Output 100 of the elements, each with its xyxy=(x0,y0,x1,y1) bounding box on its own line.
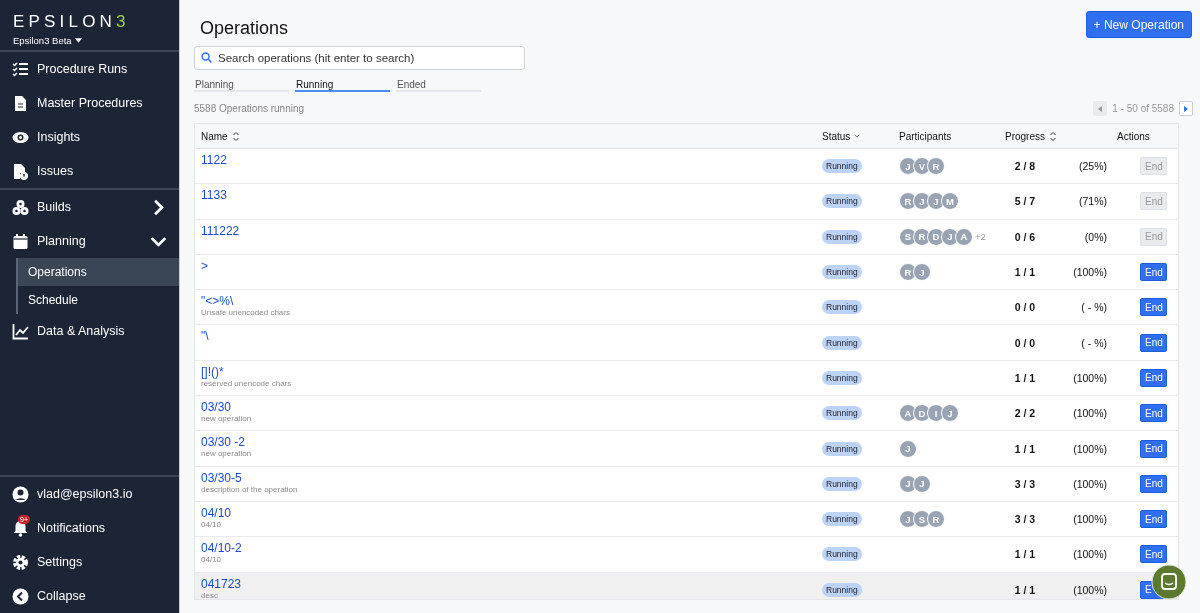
end-button[interactable]: End xyxy=(1140,510,1167,529)
progress-count: 1 / 1 xyxy=(1013,583,1037,596)
end-button[interactable]: End xyxy=(1140,545,1167,564)
participant-avatar: S xyxy=(913,510,931,529)
progress-percent: (100%) xyxy=(1072,548,1107,561)
progress-count: 1 / 1 xyxy=(1013,442,1037,455)
participant-avatar: J xyxy=(941,404,959,423)
more-participants: +2 xyxy=(975,231,986,243)
progress-count: 2 / 2 xyxy=(1013,407,1037,420)
status-tag: Running xyxy=(822,300,862,315)
operation-link[interactable]: 041723 xyxy=(201,577,822,591)
end-button[interactable]: End xyxy=(1140,298,1167,317)
progress-count: 1 / 1 xyxy=(1013,371,1037,384)
progress-percent: (100%) xyxy=(1072,371,1107,384)
chevron-down-icon[interactable] xyxy=(854,134,861,138)
participant-avatar: R xyxy=(927,157,945,176)
status-tab[interactable]: Ended xyxy=(396,77,481,92)
operation-description: Unsafe unencoded chars xyxy=(201,308,291,319)
participant-avatar: M xyxy=(941,192,959,211)
progress-count: 3 / 3 xyxy=(1013,477,1037,490)
participant-avatar: S xyxy=(899,227,917,246)
document-icon xyxy=(12,94,29,112)
column-header[interactable]: Progress xyxy=(1005,130,1045,142)
end-button[interactable]: End xyxy=(1140,263,1167,282)
participant-avatar: J xyxy=(913,474,931,493)
progress-percent: ( - %) xyxy=(1080,336,1107,349)
operation-link[interactable]: "<>%\ xyxy=(201,295,822,309)
progress-count: 0 / 0 xyxy=(1013,301,1037,314)
progress-percent: (25%) xyxy=(1078,160,1107,173)
end-button[interactable]: End xyxy=(1140,439,1167,458)
sidebar-item[interactable]: Data & Analysis xyxy=(0,314,179,348)
operation-description: new operation xyxy=(201,449,253,460)
participant-avatar: R xyxy=(899,192,917,211)
status-tag: Running xyxy=(822,512,862,527)
status-tag: Running xyxy=(822,547,862,562)
operations-count: 5588 Operations running xyxy=(194,103,305,114)
search-field[interactable]: Search operations (hit enter to search) xyxy=(194,46,525,70)
status-tab[interactable]: Running xyxy=(295,77,390,92)
sidebar-item[interactable]: Collapse xyxy=(0,579,179,613)
caret-down-icon xyxy=(74,38,82,43)
participant-avatar: J xyxy=(899,157,917,176)
sidebar-item[interactable]: Builds xyxy=(0,190,179,224)
caret-right-icon xyxy=(1184,105,1188,112)
status-tag: Running xyxy=(822,229,862,244)
participant-avatar: J xyxy=(913,263,931,282)
next-page-button[interactable] xyxy=(1179,101,1193,116)
sidebar-item[interactable]: vlad@epsilon3.io xyxy=(0,477,179,511)
progress-percent: (100%) xyxy=(1072,513,1107,526)
operation-link[interactable]: > xyxy=(201,259,822,273)
sidebar-subitem[interactable]: Operations xyxy=(18,258,179,286)
participant-avatar: A xyxy=(899,404,917,423)
participant-avatar: J xyxy=(899,510,917,529)
participant-avatar: J xyxy=(913,192,931,211)
operation-link[interactable]: 03/30 xyxy=(201,401,822,415)
operation-link[interactable]: []!()* xyxy=(201,365,822,379)
progress-percent: (100%) xyxy=(1072,477,1107,490)
progress-count: 0 / 0 xyxy=(1013,336,1037,349)
operation-description: new operation xyxy=(201,414,253,425)
sidebar-subitem[interactable]: Schedule xyxy=(18,286,179,314)
end-button[interactable]: End xyxy=(1140,474,1167,493)
status-tag: Running xyxy=(822,406,862,421)
progress-percent: (100%) xyxy=(1072,442,1107,455)
end-button[interactable]: End xyxy=(1140,333,1167,352)
operation-link[interactable]: 03/30-5 xyxy=(201,471,822,485)
progress-percent: (100%) xyxy=(1072,583,1107,596)
column-header[interactable]: Name xyxy=(201,130,228,142)
sidebar-item[interactable]: Issues xyxy=(0,154,179,188)
end-button[interactable]: End xyxy=(1140,404,1167,423)
progress-percent: (71%) xyxy=(1078,195,1107,208)
checklist-icon xyxy=(12,60,29,78)
column-header[interactable]: Status xyxy=(822,130,851,142)
workspace-selector[interactable]: Epsilon3 Beta xyxy=(13,35,179,46)
operation-description: reserved unencode chars xyxy=(201,378,293,389)
status-tag: Running xyxy=(822,441,862,456)
sidebar-item[interactable]: Planning xyxy=(0,224,179,258)
sidebar-item[interactable]: Settings xyxy=(0,545,179,579)
sort-icon[interactable] xyxy=(1049,130,1057,142)
page-range: 1 - 50 of 5588 xyxy=(1112,103,1174,114)
column-header[interactable]: Actions xyxy=(1117,130,1150,142)
chat-icon[interactable] xyxy=(1151,564,1187,600)
sort-icon[interactable] xyxy=(231,130,240,142)
status-tag: Running xyxy=(822,194,862,209)
operation-link[interactable]: 03/30 -2 xyxy=(201,436,822,450)
sidebar-item[interactable]: Master Procedures xyxy=(0,86,179,120)
sidebar-item[interactable]: Procedure Runs xyxy=(0,52,179,86)
progress-count: 1 / 1 xyxy=(1013,266,1037,279)
progress-count: 0 / 6 xyxy=(1013,230,1037,243)
status-tab[interactable]: Planning xyxy=(194,77,289,92)
column-header[interactable]: Participants xyxy=(899,130,952,142)
operation-link[interactable]: 04/10-2 xyxy=(201,542,822,556)
operation-link[interactable]: "\ xyxy=(201,330,822,344)
status-tag: Running xyxy=(822,159,862,174)
operation-link[interactable]: 04/10 xyxy=(201,506,822,520)
logo: EPSILON 3 xyxy=(13,12,130,32)
sidebar-item[interactable]: Insights xyxy=(0,120,179,154)
participant-avatar: D xyxy=(913,404,931,423)
participant-avatar: R xyxy=(913,227,931,246)
calendar-icon xyxy=(12,232,29,250)
new-operation-button[interactable]: + New Operation xyxy=(1085,11,1192,38)
end-button[interactable]: End xyxy=(1140,368,1167,387)
